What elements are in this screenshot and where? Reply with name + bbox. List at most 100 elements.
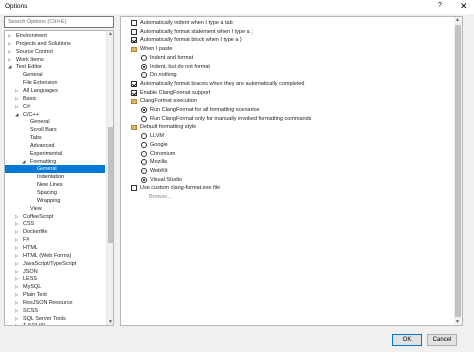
radio-button[interactable]: [141, 72, 147, 79]
radio-button[interactable]: [141, 115, 147, 122]
radio-button[interactable]: [141, 54, 147, 61]
folder-icon: [131, 124, 137, 130]
collapsed-arrow-icon[interactable]: ▷: [15, 213, 18, 221]
collapsed-arrow-icon[interactable]: ▷: [15, 95, 18, 103]
tree-item[interactable]: Advanced: [5, 142, 105, 150]
tree-item[interactable]: Wrapping: [5, 197, 105, 205]
collapsed-arrow-icon[interactable]: ▷: [15, 299, 18, 307]
ok-button[interactable]: OK: [392, 334, 422, 346]
checkbox[interactable]: [131, 185, 137, 192]
tree-item[interactable]: ▷ Source Control: [5, 48, 105, 56]
tree-item-label: T-SQL90: [23, 322, 45, 325]
cancel-button[interactable]: Cancel: [427, 334, 457, 346]
tree-item[interactable]: ▷ F#: [5, 236, 105, 244]
collapsed-arrow-icon[interactable]: ▷: [8, 40, 11, 48]
tree-item[interactable]: ▷ T-SQL90: [5, 322, 105, 325]
checkbox[interactable]: [131, 28, 137, 35]
radio-button[interactable]: [141, 107, 147, 113]
tree-item[interactable]: Spacing: [5, 189, 105, 197]
tree-item[interactable]: ▷ HTML: [5, 244, 105, 252]
tree-item-label: General: [23, 72, 43, 79]
collapsed-arrow-icon[interactable]: ▷: [15, 236, 18, 244]
tree-item[interactable]: Indentation: [5, 173, 105, 181]
radio-button[interactable]: [141, 167, 147, 174]
expanded-arrow-icon[interactable]: ◢: [22, 158, 25, 166]
tree-item[interactable]: General: [5, 118, 105, 126]
tree-scrollbar[interactable]: ▲ ▼: [106, 31, 113, 325]
tree-item[interactable]: General: [5, 165, 105, 174]
radio-button[interactable]: [141, 150, 147, 157]
radio-button[interactable]: [141, 63, 147, 70]
checkbox[interactable]: [131, 89, 137, 96]
tree-item[interactable]: View: [5, 205, 105, 213]
tree-item[interactable]: ▷ C#: [5, 103, 105, 111]
option-label: Mozilla: [150, 159, 168, 166]
tree-item[interactable]: ▷ MySQL: [5, 283, 105, 291]
checkbox[interactable]: [131, 20, 137, 26]
collapsed-arrow-icon[interactable]: ▷: [15, 244, 18, 252]
tree-item[interactable]: ▷ All Languages: [5, 87, 105, 95]
collapsed-arrow-icon[interactable]: ▷: [15, 87, 18, 95]
tree-item[interactable]: ▷ Projects and Solutions: [5, 40, 105, 48]
tree-scroll-thumb[interactable]: [108, 127, 113, 243]
tree-item[interactable]: ▷ CoffeeScript: [5, 213, 105, 221]
tree-item[interactable]: ▷ ResJSON Resource: [5, 299, 105, 307]
tree-item[interactable]: ◢ Formatting: [5, 158, 105, 166]
collapsed-arrow-icon[interactable]: ▷: [15, 228, 18, 236]
collapsed-arrow-icon[interactable]: ▷: [15, 307, 18, 315]
tree-item[interactable]: ▷ Plain Text: [5, 291, 105, 299]
collapsed-arrow-icon[interactable]: ▷: [15, 103, 18, 111]
tree-item[interactable]: ▷ HTML (Web Forms): [5, 252, 105, 260]
tree-item[interactable]: Scroll Bars: [5, 126, 105, 134]
tree-item[interactable]: ▷ Basic: [5, 95, 105, 103]
tree-item[interactable]: ▷ SCSS: [5, 307, 105, 315]
panel-scroll-up-icon[interactable]: ▲: [455, 17, 460, 23]
collapsed-arrow-icon[interactable]: ▷: [8, 48, 11, 56]
tree-item[interactable]: ▷ JavaScript/TypeScript: [5, 260, 105, 268]
tree-item[interactable]: ▷ SQL Server Tools: [5, 315, 105, 323]
tree-item[interactable]: ▷ LESS: [5, 275, 105, 283]
panel-scroll-down-icon[interactable]: ▼: [455, 319, 460, 325]
tree-item[interactable]: ▷ Environment: [5, 32, 105, 40]
tree-item[interactable]: ▷ CSS: [5, 220, 105, 228]
collapsed-arrow-icon[interactable]: ▷: [15, 283, 18, 291]
close-button[interactable]: ✕: [460, 1, 468, 12]
tree-item[interactable]: ◢ Text Editor: [5, 63, 105, 71]
scroll-down-icon[interactable]: ▼: [108, 319, 113, 325]
collapsed-arrow-icon[interactable]: ▷: [15, 252, 18, 260]
tree-item[interactable]: New Lines: [5, 181, 105, 189]
panel-scrollbar[interactable]: ▲ ▼: [454, 17, 462, 325]
radio-button[interactable]: [141, 141, 147, 148]
collapsed-arrow-icon[interactable]: ▷: [8, 32, 11, 40]
expanded-arrow-icon[interactable]: ◢: [8, 63, 11, 71]
expanded-arrow-icon[interactable]: ◢: [15, 111, 18, 119]
radio-button[interactable]: [141, 159, 147, 166]
option-label: Indent and format: [150, 54, 194, 61]
panel-scroll-thumb[interactable]: [455, 25, 461, 317]
checkbox[interactable]: [131, 37, 137, 44]
collapsed-arrow-icon[interactable]: ▷: [15, 275, 18, 283]
radio-button[interactable]: [141, 133, 147, 140]
collapsed-arrow-icon[interactable]: ▷: [15, 220, 18, 228]
tree-item[interactable]: Experimental: [5, 150, 105, 158]
collapsed-arrow-icon[interactable]: ▷: [15, 315, 18, 323]
tree-item[interactable]: Tabs: [5, 134, 105, 142]
tree-item[interactable]: ◢ C/C++: [5, 111, 105, 119]
search-box[interactable]: [4, 16, 114, 28]
radio-button[interactable]: [141, 176, 147, 183]
tree-item[interactable]: ▷ Work Items: [5, 56, 105, 64]
collapsed-arrow-icon[interactable]: ▷: [15, 260, 18, 268]
collapsed-arrow-icon[interactable]: ▷: [15, 268, 18, 276]
checkbox[interactable]: [131, 80, 137, 87]
help-button[interactable]: ?: [438, 2, 442, 9]
search-input[interactable]: [5, 17, 113, 27]
tree-item[interactable]: File Extension: [5, 79, 105, 87]
browse-link[interactable]: Browse...: [149, 193, 172, 201]
scroll-up-icon[interactable]: ▲: [108, 31, 113, 37]
collapsed-arrow-icon[interactable]: ▷: [15, 322, 18, 325]
tree-item[interactable]: General: [5, 71, 105, 79]
tree-item[interactable]: ▷ Dockerfile: [5, 228, 105, 236]
collapsed-arrow-icon[interactable]: ▷: [15, 291, 18, 299]
tree-item[interactable]: ▷ JSON: [5, 268, 105, 276]
collapsed-arrow-icon[interactable]: ▷: [8, 56, 11, 64]
